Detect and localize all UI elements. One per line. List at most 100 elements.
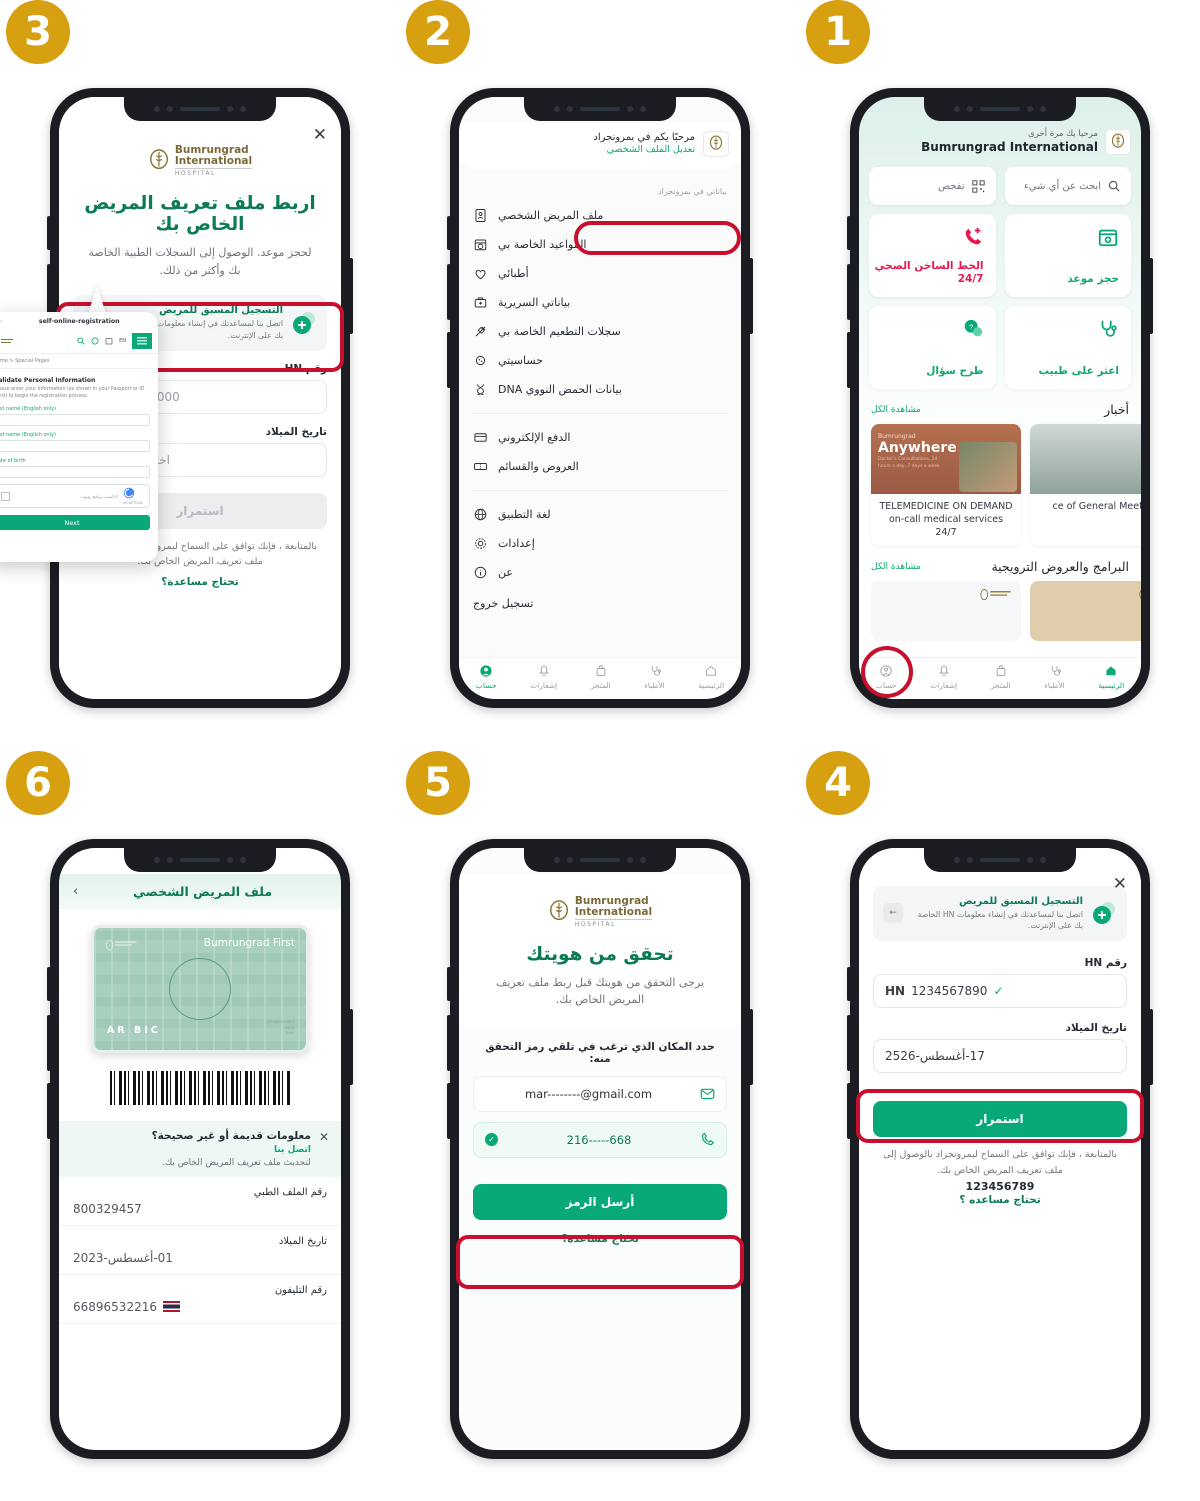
- globe-icon[interactable]: [91, 337, 99, 345]
- tile-find-doctor[interactable]: اعثر على طبيب: [1004, 306, 1131, 389]
- brand-name: Bumrungrad International: [174, 144, 253, 168]
- menu-item-my-appointments[interactable]: المواعيد الخاصة بي: [459, 230, 741, 259]
- news-card[interactable]: Bumrungrad Anywhere Doctor's Consultatio…: [871, 424, 1021, 547]
- page-title: تحقق من هويتك: [526, 943, 674, 965]
- news-banner: Bumrungrad Anywhere Doctor's Consultatio…: [871, 424, 1021, 494]
- nav-item-home[interactable]: الرئيسية: [698, 664, 724, 690]
- nav-item-home[interactable]: الرئيسية: [1098, 664, 1124, 690]
- nav-item-store[interactable]: المتجر: [591, 664, 611, 690]
- help-link[interactable]: تحتاج مساعدة؟: [459, 1220, 741, 1245]
- nav-item-notifications[interactable]: إشعارات: [530, 664, 557, 690]
- menu-item-allergies[interactable]: حساسيتي: [459, 346, 741, 375]
- bumrungrad-logo-icon: [1139, 590, 1141, 600]
- card-emblem-icon: [169, 957, 231, 1020]
- popup-next-button[interactable]: Next: [0, 515, 150, 531]
- menu-item-my-doctors[interactable]: أطبائي: [459, 259, 741, 288]
- popup-desc: Please enter your information (as shown …: [0, 387, 145, 400]
- bumrungrad-logo: Bumrungrad International HOSPITAL: [459, 874, 741, 928]
- pre-registration-card[interactable]: التسجيل المسبق للمريض اتصل بنا لمساعدتك …: [873, 885, 1127, 942]
- search-icon[interactable]: [77, 337, 85, 345]
- edit-profile-link[interactable]: تعديل الملف الشخصي: [593, 144, 695, 156]
- alert-text: اتصل بنا لتحديث ملف تعريف المريض الخاص ب…: [71, 1145, 311, 1168]
- popup-dob-input[interactable]: [0, 466, 150, 479]
- contact-us-link[interactable]: اتصل بنا: [274, 1145, 311, 1155]
- hn-input[interactable]: ✓ 1234567890 HN: [873, 974, 1127, 1009]
- menu-item-patient-profile[interactable]: ملف المريض الشخصي: [459, 201, 741, 230]
- nav-item-store[interactable]: المتجر: [991, 664, 1011, 690]
- scan-button[interactable]: تفحص: [869, 167, 996, 205]
- envelope-icon: [700, 1088, 715, 1100]
- profile-header: ملف المريض الشخصي ›: [59, 873, 341, 909]
- recaptcha-brand: reCAPTCHA: [122, 501, 143, 506]
- recaptcha-widget[interactable]: أنا لست برنامج روبوت reCAPTCHA: [0, 484, 150, 509]
- tile-hotline[interactable]: الخط الساخن الصحي 24/7: [869, 214, 996, 297]
- tile-book-appointment[interactable]: حجز موعد: [1004, 214, 1131, 297]
- forward-icon[interactable]: ›: [0, 319, 2, 325]
- arrow-left-icon[interactable]: ←: [883, 903, 903, 924]
- calendar-icon[interactable]: [105, 337, 113, 345]
- step-badge-4: 4: [806, 750, 870, 815]
- close-icon[interactable]: ✕: [319, 1130, 329, 1144]
- medical-bag-icon: [474, 297, 487, 308]
- news-card[interactable]: ce of General Meeting: [1030, 424, 1141, 547]
- recaptcha-checkbox[interactable]: [1, 491, 10, 501]
- calendar-icon: [1097, 226, 1119, 252]
- menu-item-vaccination-records[interactable]: سجلات التطعيم الخاصة بي: [459, 317, 741, 346]
- popup-breadcrumb: Home > Special Pages: [0, 354, 158, 369]
- chat-plus-icon: [1091, 900, 1117, 926]
- menu-item-settings[interactable]: إعدادات: [459, 529, 741, 558]
- option-email[interactable]: mar--------@gmail.com: [473, 1075, 727, 1112]
- promo-see-all[interactable]: مشاهدة الكل: [871, 562, 921, 572]
- avatar: [703, 131, 729, 157]
- nav-item-account[interactable]: حساب: [475, 664, 497, 690]
- nav-item-notifications[interactable]: إشعارات: [930, 664, 957, 690]
- popup-heading: Validate Personal Information: [0, 377, 96, 384]
- menu-item-logout[interactable]: تسجيل خروج: [459, 587, 741, 617]
- menu-item-epayment[interactable]: الدفع الإلكتروني: [459, 423, 741, 452]
- avatar: [1105, 129, 1131, 155]
- menu-item-offers-coupons[interactable]: العروض والقسائم: [459, 452, 741, 481]
- news-see-all[interactable]: مشاهدة الكل: [871, 405, 921, 415]
- popup-first-name-input[interactable]: [0, 414, 150, 427]
- header-title: ملف المريض الشخصي: [133, 883, 273, 899]
- promo-card[interactable]: [871, 581, 1021, 642]
- chevron-right-icon[interactable]: ›: [73, 884, 78, 899]
- popup-field2-label: Last name (English only): [0, 432, 56, 439]
- help-link[interactable]: تحتاج مساعده ؟: [859, 1193, 1141, 1206]
- search-input[interactable]: ابحث عن أي شيء: [1004, 167, 1131, 205]
- menu-icon[interactable]: [132, 333, 152, 349]
- menu-label: المواعيد الخاصة بي: [498, 238, 587, 251]
- option-value: 668-----216: [566, 1132, 632, 1147]
- close-icon[interactable]: ✕: [1113, 875, 1127, 893]
- hn-value: 1234567890: [911, 984, 988, 999]
- menu-item-clinical-data[interactable]: بياناتي السريرية: [459, 288, 741, 317]
- home-icon: [1106, 666, 1116, 676]
- check-icon: ✓: [993, 984, 1004, 999]
- popup-last-name-input[interactable]: [0, 440, 150, 453]
- nav-item-doctors[interactable]: الأطباء: [644, 664, 665, 690]
- gear-icon: [475, 538, 486, 549]
- menu-item-app-language[interactable]: لغة التطبيق: [459, 500, 741, 529]
- nav-item-account[interactable]: حساب: [876, 664, 896, 690]
- field-label: رقم التليفون: [274, 1284, 327, 1296]
- chat-question-icon: ?: [962, 318, 984, 344]
- tile-ask-question[interactable]: ? طرح سؤال: [869, 306, 996, 389]
- menu-label: بيانات الحمض النووي DNA: [498, 383, 622, 396]
- continue-button[interactable]: استمرار: [873, 1101, 1127, 1138]
- alert-rest: لتحديث ملف تعريف المريض الخاص بك.: [161, 1157, 311, 1168]
- option-phone[interactable]: 668-----216 ✓: [473, 1121, 727, 1158]
- nav-item-doctors[interactable]: الأطباء: [1044, 664, 1065, 690]
- dob-value: 17-أغسطس-2526: [885, 1049, 985, 1064]
- close-icon[interactable]: ✕: [313, 127, 327, 144]
- send-code-button[interactable]: أرسل الرمز: [473, 1183, 727, 1220]
- nav-label: إشعارات: [930, 681, 958, 690]
- news-caption: TELEMEDICINE ON DEMAND on-call medical s…: [879, 501, 1013, 538]
- language-selector[interactable]: EN: [119, 338, 126, 344]
- menu-item-dna-data[interactable]: بيانات الحمض النووي DNA: [459, 375, 741, 404]
- nav-label: حساب: [475, 681, 497, 690]
- step-badge-5: 5: [406, 750, 470, 815]
- dob-input[interactable]: 17-أغسطس-2526: [873, 1039, 1127, 1074]
- help-link[interactable]: تحتاج مساعدة؟: [59, 570, 341, 588]
- menu-item-about[interactable]: عن: [459, 558, 741, 587]
- promo-card[interactable]: [1030, 581, 1141, 642]
